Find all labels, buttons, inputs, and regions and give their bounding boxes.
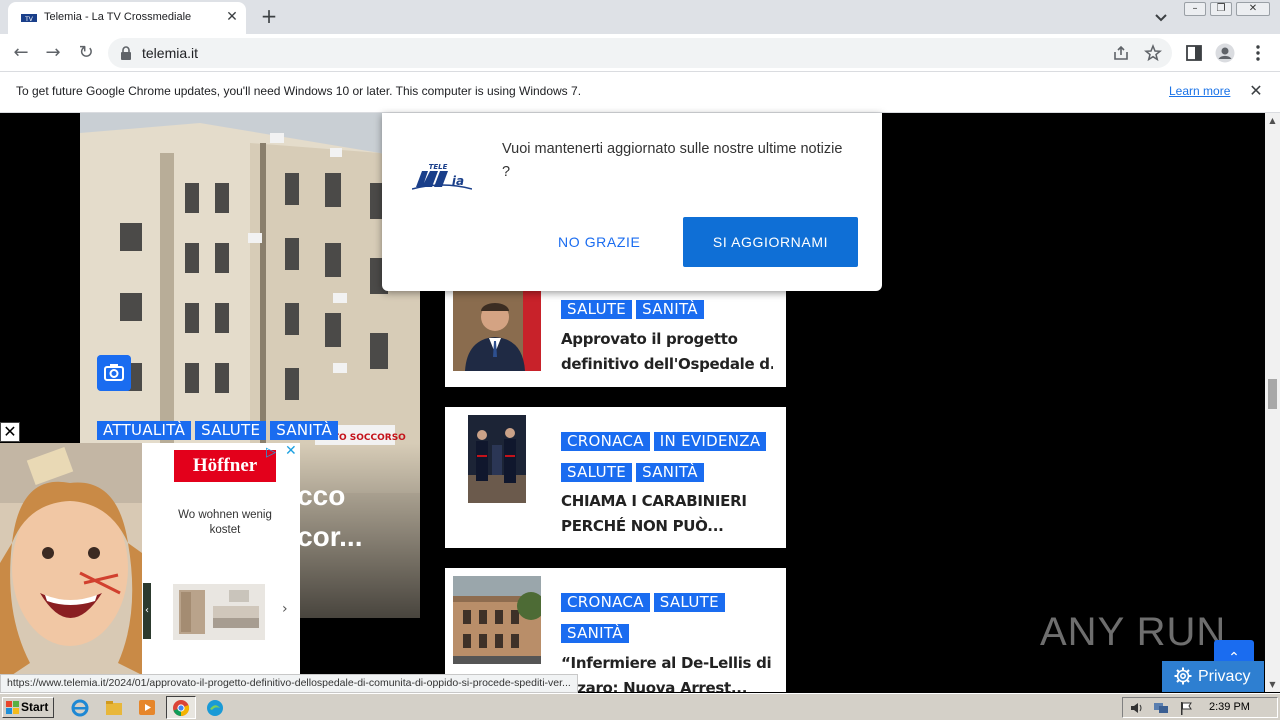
telemia-logo: TELE ia [412, 163, 472, 190]
bookmark-star-icon[interactable] [1144, 44, 1162, 62]
ad-copy-text: Wo wohnen wenig kostet [178, 509, 272, 536]
chrome-taskbar-button[interactable] [166, 696, 196, 719]
file-explorer-icon[interactable] [104, 698, 124, 717]
tag-salute[interactable]: SALUTE [653, 593, 725, 612]
browser-toolbar: ← → ↻ telemia.it [0, 34, 1280, 72]
tag-sanita[interactable]: SANITÀ [636, 463, 704, 482]
ad-furniture-image [173, 584, 265, 640]
page-scrollbar[interactable]: ▲ ▼ [1265, 113, 1280, 692]
url-text: telemia.it [142, 45, 199, 61]
ad-choices-icon[interactable]: ▷ [266, 445, 276, 460]
tab-close-icon[interactable]: ✕ [224, 9, 240, 25]
ad-close-icon[interactable]: ✕ [0, 422, 20, 442]
hero-title[interactable]: occo ncor... [280, 475, 420, 557]
start-button[interactable]: Start [2, 697, 54, 718]
ad-child-photo [0, 443, 142, 675]
share-icon[interactable] [1112, 44, 1130, 62]
ad-dismiss-icon[interactable]: ✕ [285, 443, 297, 459]
menu-kebab-icon[interactable] [1248, 43, 1268, 63]
scroll-down-icon[interactable]: ▼ [1265, 677, 1280, 692]
article-title[interactable]: CHIAMA I CARABINIERI PERCHÉ NON PUÒ... [561, 489, 773, 539]
tag-salute[interactable]: SALUTE [195, 421, 267, 440]
hoeffner-ad[interactable]: Höffner ▷ ✕ Wo wohnen wenig kostet ‹ › [0, 443, 300, 675]
lock-icon [121, 46, 131, 60]
article-title-line1: Approvato il progetto [561, 330, 738, 348]
tag-salute[interactable]: SALUTE [561, 300, 633, 319]
article-title-line1: CHIAMA I CARABINIERI [561, 492, 747, 510]
article-title-line2: definitivo dell'Ospedale d... [561, 355, 773, 373]
tag-in-evidenza[interactable]: IN EVIDENZA [653, 432, 767, 451]
scroll-up-icon[interactable]: ▲ [1265, 113, 1280, 128]
action-center-flag-icon[interactable] [1178, 701, 1194, 715]
minimize-button[interactable]: – [1184, 2, 1206, 16]
article-thumbnail [453, 576, 541, 664]
tag-attualita[interactable]: ATTUALITÀ [97, 421, 192, 440]
clock: 2:39 PM [1209, 701, 1250, 713]
hoeffner-logo[interactable]: Höffner [174, 450, 276, 482]
privacy-button[interactable]: Privacy [1162, 661, 1264, 692]
windows-logo-icon [6, 701, 19, 714]
article-title-line2: ...zaro: Nuova Arrest... [561, 679, 748, 692]
ad-next-button[interactable]: › [282, 601, 288, 617]
no-grazie-button[interactable]: NO GRAZIE [558, 234, 640, 250]
infobar-close-icon[interactable]: ✕ [1247, 82, 1265, 100]
si-aggiornami-button[interactable]: SI AGGIORNAMI [683, 217, 858, 267]
speaker-icon[interactable] [1129, 701, 1145, 715]
article-title-line2: PERCHÉ NON PUÒ... [561, 517, 724, 535]
anyrun-watermark: ANY RUN [1040, 610, 1227, 654]
hero-title-line2: ncor... [280, 521, 363, 552]
back-arrow-icon[interactable]: ← [10, 42, 32, 64]
notification-prompt: TELE ia Vuoi mantenerti aggiornato sulle… [382, 113, 882, 291]
svg-text:TV: TV [24, 16, 34, 23]
ad-prev-button[interactable]: ‹ [143, 583, 151, 639]
tag-cronaca[interactable]: CRONACA [561, 593, 650, 612]
article-title-line1: “Infermiere al De-Lellis di [561, 654, 772, 672]
reload-icon[interactable]: ↻ [75, 42, 97, 64]
network-icon[interactable] [1153, 701, 1169, 715]
article-title[interactable]: Approvato il progetto definitivo dell'Os… [561, 327, 773, 377]
windows-taskbar: Start 2:39 PM [0, 693, 1280, 720]
edge-icon[interactable] [205, 698, 225, 717]
gear-icon [1174, 667, 1192, 685]
popup-message: Vuoi mantenerti aggiornato sulle nostre … [502, 141, 843, 180]
address-bar[interactable]: telemia.it [108, 38, 1172, 68]
update-infobar: To get future Google Chrome updates, you… [0, 72, 1280, 113]
hero-title-line1: occo [280, 480, 346, 511]
profile-avatar-icon[interactable] [1215, 43, 1235, 63]
infobar-message: To get future Google Chrome updates, you… [16, 84, 582, 98]
tag-sanita[interactable]: SANITÀ [561, 624, 629, 643]
article-title[interactable]: “Infermiere al De-Lellis di ...zaro: Nuo… [561, 651, 773, 692]
tag-sanita[interactable]: SANITÀ [636, 300, 704, 319]
chrome-icon [173, 700, 190, 717]
scroll-thumb[interactable] [1268, 379, 1277, 409]
article-tags: SALUTE SANITÀ [561, 299, 708, 330]
tag-salute[interactable]: SALUTE [561, 463, 633, 482]
tag-cronaca[interactable]: CRONACA [561, 432, 650, 451]
article-thumbnail [468, 415, 526, 503]
svg-text:TELE: TELE [429, 163, 448, 171]
tab-telemia[interactable]: TV Telemia - La TV Crossmediale ✕ [8, 2, 246, 34]
restore-button[interactable]: ❐ [1210, 2, 1232, 16]
system-tray: 2:39 PM [1122, 697, 1278, 718]
forward-arrow-icon[interactable]: → [42, 42, 64, 64]
new-tab-button[interactable]: + [258, 6, 280, 28]
tab-title: Telemia - La TV Crossmediale [44, 11, 192, 23]
start-label: Start [21, 700, 49, 714]
learn-more-link[interactable]: Learn more [1169, 84, 1230, 98]
tab-strip: TV Telemia - La TV Crossmediale ✕ + – ❐ … [0, 0, 1280, 34]
article-tags: CRONACA IN EVIDENZA SALUTE SANITÀ [561, 431, 786, 493]
article-card[interactable]: CRONACA IN EVIDENZA SALUTE SANITÀ CHIAMA I … [445, 407, 786, 548]
status-url-bubble: https://www.telemia.it/2024/01/approvato… [0, 674, 578, 693]
tag-sanita[interactable]: SANITÀ [270, 421, 338, 440]
side-panel-icon[interactable] [1184, 43, 1204, 63]
media-player-icon[interactable] [137, 698, 157, 717]
telemia-favicon-icon: TV [21, 14, 37, 23]
article-thumbnail [453, 291, 541, 371]
camera-icon[interactable] [97, 355, 131, 391]
internet-explorer-icon[interactable] [70, 698, 90, 717]
article-tags: CRONACA SALUTE SANITÀ [561, 592, 786, 654]
window-close-button[interactable]: ✕ [1236, 2, 1270, 16]
chevron-down-icon[interactable] [1152, 8, 1170, 26]
privacy-label: Privacy [1198, 668, 1251, 685]
